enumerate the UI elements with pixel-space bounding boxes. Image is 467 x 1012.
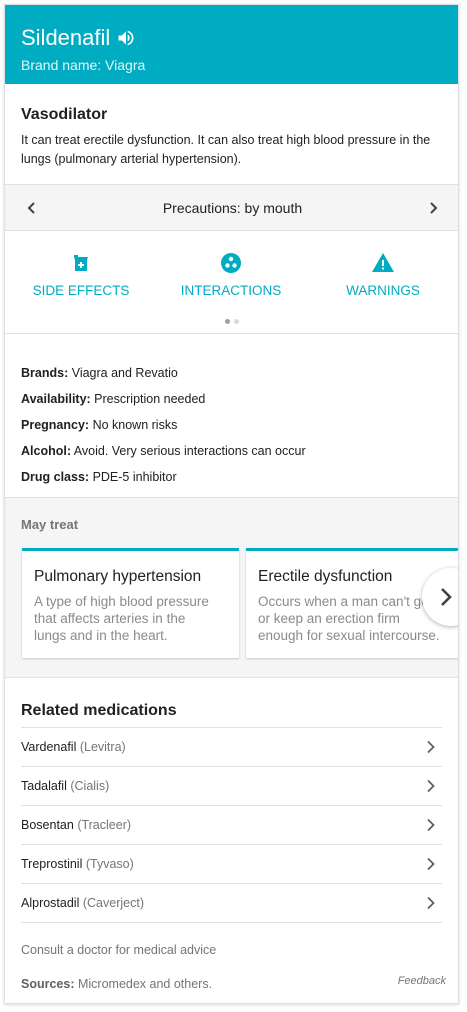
chevron-right-icon[interactable] [426, 201, 440, 215]
condition-card-pulmonary-hypertension[interactable]: Pulmonary hypertension A type of high bl… [22, 548, 239, 658]
condition-description-line: A type of high blood pressure [34, 594, 209, 609]
fact-key: Alcohol: [21, 444, 71, 458]
tab-interactions-label: INTERACTIONS [180, 283, 282, 298]
related-item-text: Vardenafil (Levitra) [21, 740, 126, 754]
fact-value: Viagra and Revatio [68, 366, 178, 380]
page-dot [233, 319, 239, 324]
side-effects-icon [74, 255, 88, 271]
medication-card: Sildenafil Brand name: Viagra Vasodilato… [4, 4, 459, 1004]
tab-warnings-label: WARNINGS [346, 283, 420, 298]
chevron-right-icon [427, 896, 435, 910]
fact-value: No known risks [89, 418, 178, 432]
may-treat-title: May treat [21, 517, 79, 532]
precautions-bar: Precautions: by mouth [5, 185, 458, 231]
fact-pregnancy: Pregnancy: No known risks [21, 412, 442, 438]
related-item-brand: (Caverject) [82, 896, 144, 910]
condition-description: A type of high blood pressure that affec… [34, 593, 227, 644]
related-item-treprostinil[interactable]: Treprostinil (Tyvaso) [21, 845, 442, 884]
warning-icon [372, 253, 394, 272]
fact-key: Pregnancy: [21, 418, 90, 432]
drug-header: Sildenafil Brand name: Viagra [5, 5, 458, 84]
consult-notice: Consult a doctor for medical advice [21, 943, 217, 957]
speaker-icon[interactable] [116, 28, 136, 48]
related-item-bosentan[interactable]: Bosentan (Tracleer) [21, 806, 442, 845]
tab-side-effects-label: SIDE EFFECTS [32, 283, 130, 298]
related-item-name: Tadalafil [21, 779, 67, 793]
drug-class-description: It can treat erectile dysfunction. It ca… [21, 133, 431, 166]
precautions-label: Precautions: by mouth [162, 199, 303, 216]
fact-availability: Availability: Prescription needed [21, 386, 442, 412]
related-item-brand: (Tyvaso) [85, 857, 134, 871]
condition-description-line: enough for sexual intercourse. [258, 628, 440, 643]
related-item-tadalafil[interactable]: Tadalafil (Cialis) [21, 767, 442, 806]
drug-title-row: Sildenafil [21, 25, 442, 51]
fact-brands: Brands: Viagra and Revatio [21, 360, 442, 386]
chevron-right-icon [427, 740, 435, 754]
fact-key: Availability: [21, 392, 91, 406]
chevron-right-icon [427, 779, 435, 793]
action-tabs: SIDE EFFECTS INTERACTIONS WARNINGS [5, 231, 458, 334]
fact-value: Prescription needed [90, 392, 206, 406]
related-item-brand: (Levitra) [79, 740, 126, 754]
related-item-text: Alprostadil (Caverject) [21, 896, 144, 910]
tab-interactions[interactable]: INTERACTIONS [161, 251, 301, 298]
fact-key: Brands: [21, 366, 69, 380]
drug-class-section: Vasodilator It can treat erectile dysfun… [5, 84, 458, 185]
sources-label: Sources: [21, 977, 75, 991]
chevron-right-icon [427, 857, 435, 871]
tab-side-effects[interactable]: SIDE EFFECTS [11, 251, 151, 298]
related-medications: Related medications Vardenafil (Levitra)… [5, 678, 458, 923]
fact-drug-class: Drug class: PDE-5 inhibitor [21, 464, 442, 490]
drug-facts: Brands: Viagra and Revatio Availability:… [5, 334, 458, 498]
condition-name: Erectile dysfunction [258, 568, 393, 585]
related-item-name: Vardenafil [21, 740, 77, 754]
sources-footer: Sources: Micromedex and others. Feedback [5, 967, 458, 991]
chevron-right-icon [441, 588, 452, 606]
fact-value: Avoid. Very serious interactions can occ… [71, 444, 306, 458]
drug-name: Sildenafil [21, 25, 111, 50]
related-medications-title: Related medications [21, 678, 442, 728]
related-item-vardenafil[interactable]: Vardenafil (Levitra) [21, 728, 442, 767]
chevron-right-icon [427, 818, 435, 832]
related-item-name: Treprostinil [21, 857, 83, 871]
condition-description-line: lungs and in the heart. [34, 628, 168, 643]
brand-name: Brand name: Viagra [21, 57, 146, 73]
tab-warnings[interactable]: WARNINGS [313, 251, 453, 298]
related-item-brand: (Cialis) [70, 779, 110, 793]
may-treat-section: May treat Pulmonary hypertension A type … [5, 498, 458, 678]
fact-value: PDE-5 inhibitor [89, 470, 177, 484]
related-item-text: Bosentan (Tracleer) [21, 818, 131, 832]
related-item-name: Alprostadil [21, 896, 80, 910]
sources-value: Micromedex and others. [74, 977, 213, 991]
condition-description-line: or keep an erection firm [258, 611, 400, 626]
fact-key: Drug class: [21, 470, 90, 484]
condition-name: Pulmonary hypertension [34, 568, 202, 585]
chevron-left-icon[interactable] [25, 201, 39, 215]
page-dot-active [224, 319, 230, 324]
fact-alcohol: Alcohol: Avoid. Very serious interaction… [21, 438, 442, 464]
related-item-name: Bosentan [21, 818, 74, 832]
related-item-alprostadil[interactable]: Alprostadil (Caverject) [21, 884, 442, 923]
related-item-text: Treprostinil (Tyvaso) [21, 857, 134, 871]
interactions-icon [221, 253, 241, 273]
related-item-text: Tadalafil (Cialis) [21, 779, 109, 793]
feedback-link[interactable]: Feedback [398, 975, 446, 987]
page-indicator [5, 319, 458, 324]
related-item-brand: (Tracleer) [77, 818, 132, 832]
condition-description-line: that affects arteries in the [34, 611, 186, 626]
drug-class-title: Vasodilator [21, 106, 108, 123]
